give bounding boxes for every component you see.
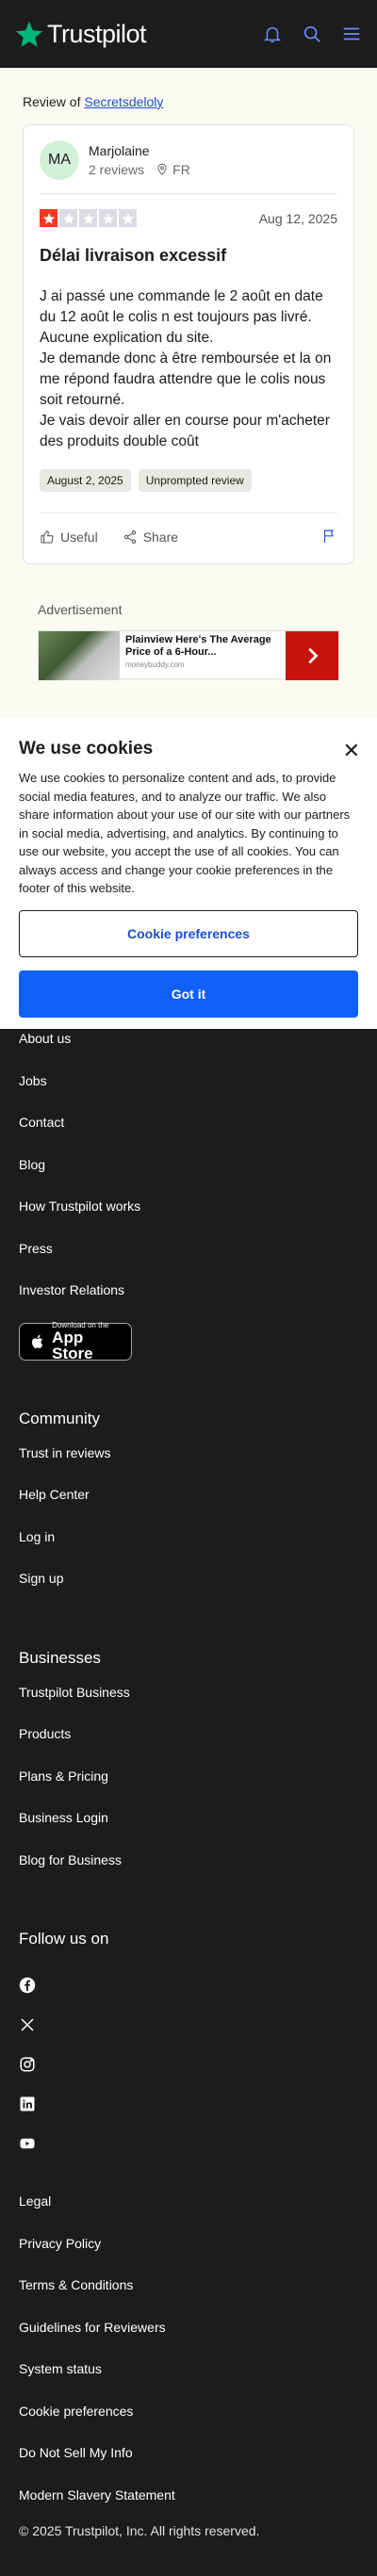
experience-date-tag: August 2, 2025 <box>40 469 131 492</box>
share-label: Share <box>142 529 179 545</box>
review-body-line: Aucune explication du site. <box>40 330 214 346</box>
footer-link[interactable]: Terms & Conditions <box>19 2264 358 2307</box>
footer-link[interactable]: Privacy Policy <box>19 2223 358 2265</box>
footer-link[interactable]: Blog <box>19 1144 358 1186</box>
copyright: © 2025 Trustpilot, Inc. All rights reser… <box>19 2523 260 2538</box>
follow-us-heading: Follow us on <box>19 1930 109 1948</box>
useful-label: Useful <box>60 529 98 545</box>
share-button[interactable]: Share <box>123 530 178 545</box>
footer-link[interactable]: Blog for Business <box>19 1839 358 1882</box>
star-logo-icon <box>15 21 43 47</box>
reviewer-info: MA Marjolaine 2 reviews FR <box>40 140 337 194</box>
review-body: J ai passé une commande le 2 août en dat… <box>40 286 337 452</box>
x-icon <box>21 2018 34 2031</box>
facebook-link[interactable] <box>19 1965 358 2005</box>
app-store-big-text: App Store <box>52 1329 93 1362</box>
footer-link[interactable]: Business Login <box>19 1797 358 1839</box>
trustpilot-logo[interactable]: Trustpilot <box>15 19 147 49</box>
share-icon <box>123 530 136 544</box>
footer-link[interactable]: Help Center <box>19 1474 358 1516</box>
useful-button[interactable]: Useful <box>40 530 98 545</box>
chevron-right-icon <box>308 647 319 664</box>
footer-link[interactable]: Sign up <box>19 1557 358 1600</box>
footer-link[interactable]: Jobs <box>19 1060 358 1102</box>
review-card: MA Marjolaine 2 reviews FR Aug 12, 2025 … <box>23 124 354 564</box>
instagram-icon <box>20 2057 35 2072</box>
footer-link[interactable]: Products <box>19 1713 358 1755</box>
cookie-banner: We use cookies ✕ We use cookies to perso… <box>0 718 377 1029</box>
review-body-line: Je demande donc à être remboursée et la … <box>40 351 332 408</box>
footer-link[interactable]: Trustpilot Business <box>19 1671 358 1714</box>
star-icon <box>99 209 117 227</box>
close-icon[interactable]: ✕ <box>343 741 360 761</box>
search-icon[interactable] <box>302 24 322 44</box>
footer-link[interactable]: Press <box>19 1228 358 1270</box>
company-link[interactable]: Secretsdeloly <box>84 94 163 109</box>
star-icon <box>119 209 137 227</box>
footer-link[interactable]: Cookie preferences <box>19 2390 358 2433</box>
star-icon <box>59 209 77 227</box>
reviewer-country: FR <box>172 162 190 177</box>
advertisement-label: Advertisement <box>38 602 123 617</box>
cookie-text: We use cookies to personalize content an… <box>19 771 351 895</box>
review-date: Aug 12, 2025 <box>258 210 337 226</box>
footer-link[interactable]: Plans & Pricing <box>19 1755 358 1798</box>
ad-arrow-button[interactable] <box>286 631 338 680</box>
businesses-heading: Businesses <box>19 1648 101 1667</box>
advertisement-banner[interactable]: Plainview Here's The Average Price of a … <box>38 630 339 680</box>
bell-icon[interactable] <box>262 24 283 44</box>
instagram-link[interactable] <box>19 2045 358 2084</box>
review-body-line: Je vais devoir aller en course pour m'ac… <box>40 413 330 449</box>
cookie-title: We use cookies <box>19 739 154 758</box>
menu-icon[interactable] <box>341 24 362 44</box>
linkedin-icon <box>20 2096 35 2111</box>
footer-link[interactable]: Investor Relations <box>19 1269 358 1312</box>
accept-cookies-button[interactable]: Got it <box>19 970 358 1018</box>
footer-link[interactable]: Log in <box>19 1516 358 1558</box>
reviews-count: 2 reviews <box>89 162 145 177</box>
ad-image[interactable] <box>39 631 120 680</box>
location-pin-icon <box>157 163 167 175</box>
star-rating <box>40 209 137 227</box>
footer-link[interactable]: System status <box>19 2348 358 2390</box>
review-page-content: Review of Secretsdeloly MA Marjolaine 2 … <box>0 68 377 718</box>
star-icon <box>79 209 97 227</box>
footer-link[interactable]: Trust in reviews <box>19 1432 358 1475</box>
community-heading: Community <box>19 1409 100 1427</box>
footer-link[interactable]: Modern Slavery Statement <box>19 2474 358 2517</box>
avatar[interactable]: MA <box>40 140 79 180</box>
x-link[interactable] <box>19 2005 358 2045</box>
linkedin-link[interactable] <box>19 2084 358 2124</box>
apple-icon <box>31 1334 43 1348</box>
footer-link[interactable]: Do Not Sell My Info <box>19 2432 358 2474</box>
review-body-line: J ai passé une commande le 2 août en dat… <box>40 288 323 325</box>
ad-source: moneybuddy.com <box>125 660 185 669</box>
footer-link[interactable]: Guidelines for Reviewers <box>19 2307 358 2349</box>
footer-link[interactable]: How Trustpilot works <box>19 1185 358 1228</box>
thumbs-up-icon <box>41 530 54 544</box>
reviewer-name[interactable]: Marjolaine <box>89 143 190 158</box>
ad-title[interactable]: Plainview Here's The Average Price of a … <box>125 634 280 659</box>
youtube-icon <box>20 2138 35 2149</box>
unprompted-review-tag[interactable]: Unprompted review <box>138 469 252 492</box>
top-bar: Trustpilot <box>0 0 377 68</box>
footer-link[interactable]: Legal <box>19 2180 358 2223</box>
flag-icon[interactable] <box>321 529 337 545</box>
youtube-link[interactable] <box>19 2124 358 2163</box>
footer: About us Jobs Contact Blog How Trustpilo… <box>0 1018 377 2538</box>
footer-link[interactable]: Contact <box>19 1101 358 1144</box>
review-of-prefix: Review of <box>23 94 81 109</box>
facebook-icon <box>19 1977 36 1994</box>
cookie-preferences-button[interactable]: Cookie preferences <box>19 910 358 957</box>
app-store-badge[interactable]: Download on the App Store <box>19 1321 132 1362</box>
review-title: Délai livraison excessif <box>40 246 227 265</box>
logo-text: Trustpilot <box>47 19 147 48</box>
star-icon <box>40 209 57 227</box>
review-of-line: Review of Secretsdeloly <box>23 94 354 109</box>
